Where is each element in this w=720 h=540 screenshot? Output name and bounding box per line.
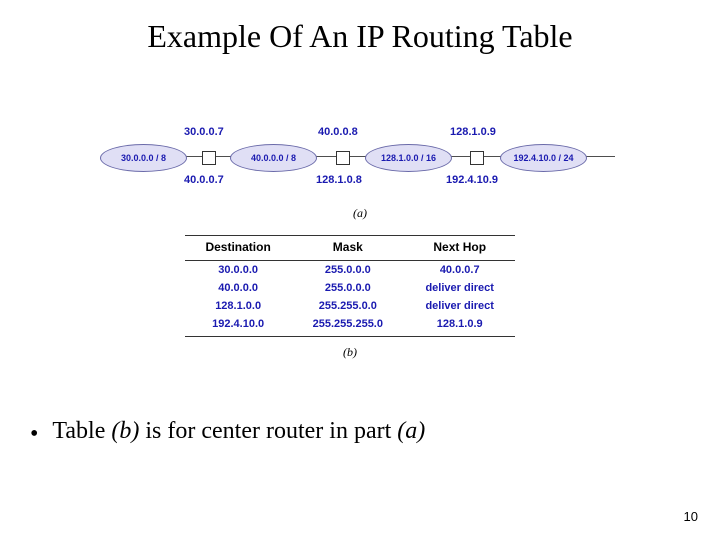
col-next-hop: Next Hop [404,236,515,261]
router-1-bottom-ip: 128.1.0.8 [316,174,362,186]
cell-mask: 255.255.0.0 [291,297,404,315]
cell-destination: 30.0.0.0 [185,261,291,280]
table-row: 192.4.10.0 255.255.255.0 128.1.0.9 [185,315,515,337]
network-label: 40.0.0.0 / 8 [251,153,296,163]
table-row: 128.1.0.0 255.255.0.0 deliver direct [185,297,515,315]
cell-next-hop: 40.0.0.7 [404,261,515,280]
network-label: 128.1.0.0 / 16 [381,153,436,163]
router-0-bottom-ip: 40.0.0.7 [184,174,224,186]
cell-destination: 128.1.0.0 [185,297,291,315]
cell-next-hop: deliver direct [404,279,515,297]
figure-b-caption: (b) [185,337,515,360]
network-label: 192.4.10.0 / 24 [513,153,573,163]
router-1-top-ip: 40.0.0.8 [318,126,358,138]
bullet-frag: is for center router in part [139,418,397,444]
page-number: 10 [684,509,698,524]
router-2-top-ip: 128.1.0.9 [450,126,496,138]
cell-next-hop: 128.1.0.9 [404,315,515,337]
bullet-italic: (b) [111,418,139,444]
bullet-text: Table (b) is for center router in part (… [52,418,425,445]
network-cloud-0: 30.0.0.0 / 8 [100,144,187,172]
figure-b-routing-table: Destination Mask Next Hop 30.0.0.0 255.0… [185,235,515,360]
table-row: 40.0.0.0 255.0.0.0 deliver direct [185,279,515,297]
router-2-icon [470,151,484,165]
router-0-icon [202,151,216,165]
figure-a-topology: 30.0.0.0 / 8 40.0.0.0 / 8 128.1.0.0 / 16… [100,130,620,210]
col-destination: Destination [185,236,291,261]
figure-a-caption: (a) [100,206,620,221]
router-0-top-ip: 30.0.0.7 [184,126,224,138]
cell-mask: 255.255.255.0 [291,315,404,337]
routing-table: Destination Mask Next Hop 30.0.0.0 255.0… [185,235,515,337]
col-mask: Mask [291,236,404,261]
bullet-italic: (a) [397,418,425,444]
table-row: 30.0.0.0 255.0.0.0 40.0.0.7 [185,261,515,280]
cell-destination: 40.0.0.0 [185,279,291,297]
slide: Example Of An IP Routing Table 30.0.0.0 … [0,0,720,540]
slide-title: Example Of An IP Routing Table [0,0,720,55]
bullet-icon: • [30,418,38,446]
router-2-bottom-ip: 192.4.10.9 [446,174,498,186]
cell-mask: 255.0.0.0 [291,279,404,297]
table-header-row: Destination Mask Next Hop [185,236,515,261]
cell-destination: 192.4.10.0 [185,315,291,337]
cell-mask: 255.0.0.0 [291,261,404,280]
network-cloud-1: 40.0.0.0 / 8 [230,144,317,172]
cell-next-hop: deliver direct [404,297,515,315]
network-label: 30.0.0.0 / 8 [121,153,166,163]
network-cloud-3: 192.4.10.0 / 24 [500,144,587,172]
bullet-frag: Table [52,418,111,444]
router-1-icon [336,151,350,165]
network-cloud-2: 128.1.0.0 / 16 [365,144,452,172]
bullet-line: • Table (b) is for center router in part… [30,418,425,446]
